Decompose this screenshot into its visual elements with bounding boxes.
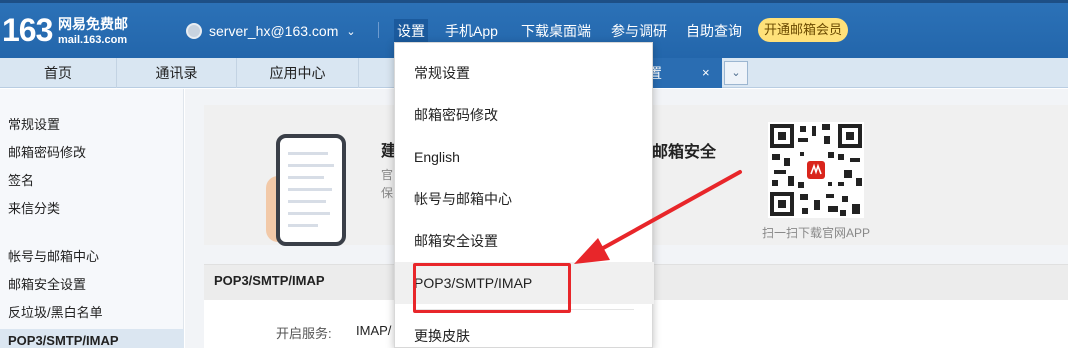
phone-illustration [276, 134, 346, 246]
banner-right-title: 邮箱安全 [652, 144, 717, 161]
logo-domain[interactable]: mail.163.com [58, 34, 127, 46]
sidebar-item-account-center[interactable]: 帐号与邮箱中心 [0, 245, 184, 269]
tab-more-button[interactable]: ⌄ [724, 61, 748, 85]
nav-self-service[interactable]: 自助查询 [686, 19, 742, 43]
tab-home[interactable]: 首页 [0, 58, 117, 88]
vip-button[interactable]: 开通邮箱会员 [758, 18, 848, 42]
sidebar-item-mail-filter[interactable]: 来信分类 [0, 197, 184, 221]
banner-subtitle-1: 官 [381, 168, 394, 182]
sidebar-item-signature[interactable]: 签名 [0, 169, 184, 193]
logo-title[interactable]: 网易免费邮 [58, 14, 128, 34]
sidebar-item-password[interactable]: 邮箱密码修改 [0, 141, 184, 165]
tab-app-center[interactable]: 应用中心 [237, 58, 359, 88]
sidebar-item-pop3[interactable]: POP3/SMTP/IMAP [0, 329, 184, 348]
account-status-icon [186, 23, 202, 39]
highlight-box [413, 263, 571, 313]
chevron-down-icon: ⌄ [346, 25, 356, 38]
sidebar-item-antispam[interactable]: 反垃圾/黑白名单 [0, 301, 184, 325]
tab-contacts[interactable]: 通讯录 [117, 58, 237, 88]
menu-item-skin[interactable]: 更换皮肤 [395, 315, 654, 348]
red-arrow-icon [574, 170, 742, 264]
account-email: server_hx@163.com [209, 23, 339, 39]
qr-caption: 扫一扫下载官网APP [762, 226, 871, 240]
header-top-line [0, 0, 1068, 3]
logo-number[interactable]: 163 [2, 12, 53, 49]
menu-item-general[interactable]: 常规设置 [395, 52, 654, 94]
section-title: POP3/SMTP/IMAP [214, 273, 325, 288]
menu-item-password[interactable]: 邮箱密码修改 [395, 94, 654, 136]
service-value: IMAP/ [356, 323, 392, 338]
qr-code-icon [768, 122, 864, 218]
nav-download-desktop[interactable]: 下载桌面端 [521, 19, 591, 43]
banner-subtitle-2: 保 [381, 186, 394, 200]
nav-settings[interactable]: 设置 [394, 19, 428, 43]
header-divider [378, 22, 379, 38]
close-icon[interactable]: × [702, 58, 710, 88]
service-label: 开启服务: [276, 326, 332, 341]
sidebar-item-security[interactable]: 邮箱安全设置 [0, 273, 184, 297]
nav-mobile-app[interactable]: 手机App [445, 19, 498, 43]
account-switcher[interactable]: server_hx@163.com ⌄ [186, 20, 356, 42]
nav-survey[interactable]: 参与调研 [611, 19, 667, 43]
settings-sidebar: 常规设置 邮箱密码修改 签名 来信分类 帐号与邮箱中心 邮箱安全设置 反垃圾/黑… [0, 89, 184, 348]
sidebar-item-general[interactable]: 常规设置 [0, 113, 184, 137]
